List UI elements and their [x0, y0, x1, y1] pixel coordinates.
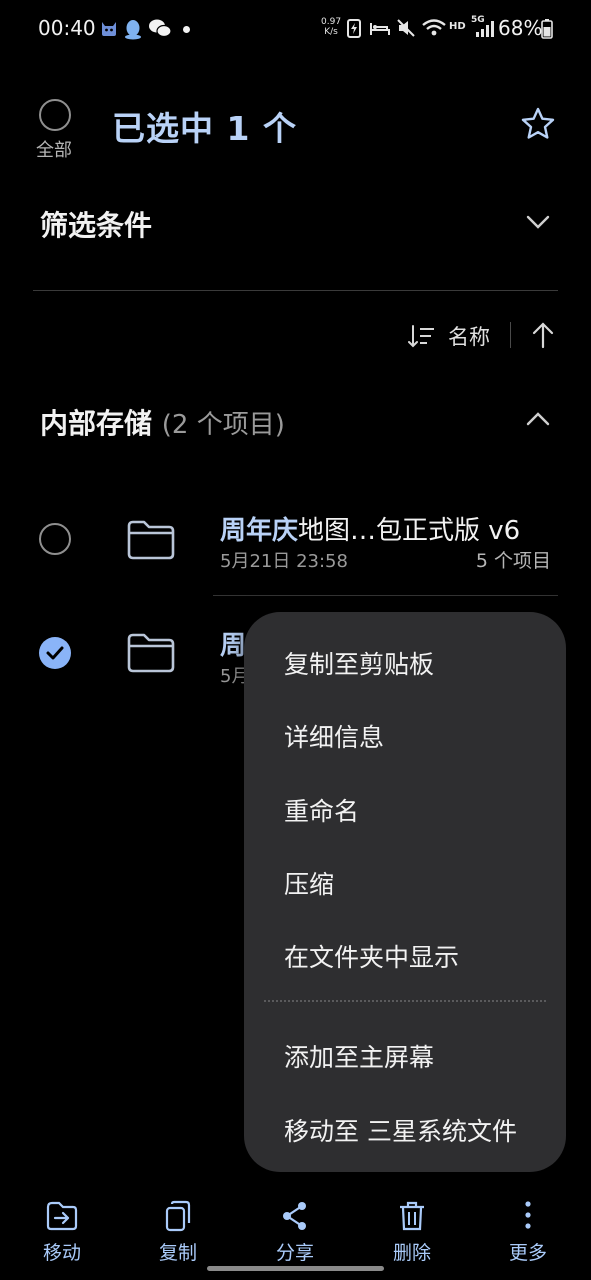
arrow-up-icon[interactable] [529, 320, 557, 350]
menu-item-rename[interactable]: 重命名 [284, 792, 359, 828]
item-count: 5 个项目 [475, 550, 551, 572]
menu-separator [264, 1000, 546, 1002]
favorite-star-icon[interactable] [520, 106, 556, 142]
folder-icon [127, 520, 175, 560]
delete-button[interactable]: 删除 [367, 1200, 457, 1265]
sort-by-label[interactable]: 名称 [448, 321, 490, 351]
network-speed: 0.97 K/s [321, 17, 342, 37]
folder-icon [127, 633, 175, 673]
list-item[interactable]: 周年庆地图…包正式版 v6 5月21日 23:58 5 个项目 [0, 490, 591, 590]
menu-item-move-to-system-files[interactable]: 移动至 三星系统文件 [284, 1112, 517, 1148]
sort-separator [510, 322, 511, 348]
battery-icon [541, 19, 553, 39]
move-button[interactable]: 移动 [17, 1200, 107, 1265]
move-folder-icon [46, 1201, 78, 1231]
copy-button[interactable]: 复制 [133, 1200, 223, 1265]
menu-item-show-in-folder[interactable]: 在文件夹中显示 [284, 938, 459, 974]
item-name: 周 [220, 631, 247, 661]
status-time: 00:40 [38, 16, 96, 40]
select-all-label[interactable]: 全部 [36, 136, 72, 162]
checkmark-icon [46, 646, 64, 660]
storage-item-count: (2 个项目) [161, 410, 285, 440]
battery-saver-icon [347, 19, 361, 38]
cell-signal-icon [476, 21, 494, 37]
item-date: 5月21日 23:58 [220, 551, 348, 572]
home-indicator[interactable] [207, 1266, 384, 1271]
cat-app-notification-icon [102, 22, 116, 36]
mute-icon [397, 19, 415, 37]
select-all-checkbox[interactable] [39, 99, 71, 131]
context-menu: 复制至剪贴板 详细信息 重命名 压缩 在文件夹中显示 添加至主屏幕 移动至 三星… [244, 612, 566, 1172]
wechat-notification-icon [149, 19, 172, 38]
menu-item-compress[interactable]: 压缩 [284, 865, 334, 901]
more-notifications-dot-icon [183, 26, 190, 33]
menu-item-details[interactable]: 详细信息 [284, 718, 384, 754]
divider [33, 290, 558, 291]
share-button[interactable]: 分享 [250, 1200, 340, 1265]
row-divider [213, 595, 558, 596]
menu-item-add-to-home-screen[interactable]: 添加至主屏幕 [284, 1038, 434, 1074]
chevron-up-icon[interactable] [523, 404, 553, 434]
network-hd-label: HD [449, 21, 466, 32]
item-checkbox[interactable] [39, 523, 71, 555]
battery-percent: 68% [498, 16, 543, 40]
page-title: 已选中 1 个 [112, 109, 297, 148]
storage-title: 内部存储 [40, 407, 153, 440]
storage-section-title[interactable]: 内部存储 (2 个项目) [40, 402, 285, 442]
qq-notification-icon [125, 20, 141, 40]
filter-label[interactable]: 筛选条件 [40, 204, 152, 244]
more-vertical-icon [525, 1201, 531, 1229]
share-icon [283, 1202, 306, 1230]
sleep-mode-bed-icon [370, 23, 390, 35]
chevron-down-icon[interactable] [523, 207, 553, 237]
sort-icon[interactable] [408, 322, 436, 350]
item-name: 周年庆地图…包正式版 v6 [220, 516, 521, 546]
item-checkbox-checked[interactable] [39, 637, 71, 669]
more-button[interactable]: 更多 [483, 1200, 573, 1265]
menu-item-copy-to-clipboard[interactable]: 复制至剪贴板 [284, 645, 434, 681]
copy-icon [165, 1200, 191, 1232]
trash-icon [400, 1201, 424, 1231]
wifi-icon [422, 19, 446, 36]
